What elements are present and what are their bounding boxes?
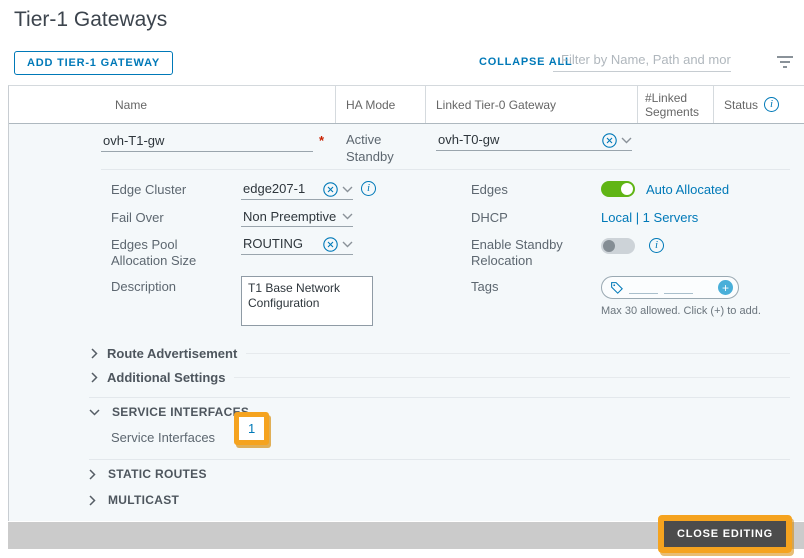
dhcp-label: DHCP (471, 210, 508, 225)
chevron-right-icon (89, 494, 96, 506)
column-header-name: Name (9, 86, 336, 123)
service-interfaces-label: Service Interfaces (111, 430, 216, 445)
description-label: Description (111, 279, 177, 294)
tag-value-input[interactable] (664, 281, 693, 294)
column-header-ha-mode: HA Mode (336, 86, 426, 123)
edges-pool-input[interactable] (241, 235, 319, 253)
fail-over-label: Fail Over (111, 210, 164, 225)
description-textarea[interactable]: T1 Base Network Configuration (241, 276, 373, 326)
section-divider (89, 397, 790, 398)
chevron-right-icon (91, 348, 98, 359)
tag-scope-input[interactable] (629, 281, 658, 294)
add-tier1-gateway-button[interactable]: ADD TIER-1 GATEWAY (14, 51, 173, 75)
tag-icon (611, 282, 623, 294)
divider (246, 353, 790, 354)
service-interfaces-expander[interactable]: SERVICE INTERFACES (89, 405, 249, 419)
clear-selection-icon[interactable] (323, 236, 338, 252)
chevron-down-icon[interactable] (342, 241, 353, 248)
edges-toggle[interactable] (601, 181, 635, 197)
add-tag-button[interactable]: + (718, 280, 733, 295)
edges-pool-combobox (241, 234, 353, 255)
tier1-gateways-page: Tier-1 Gateways ADD TIER-1 GATEWAY COLLA… (0, 0, 804, 558)
chevron-down-icon[interactable] (621, 137, 632, 144)
toggle-knob (603, 240, 615, 252)
required-marker: * (319, 133, 325, 148)
edge-cluster-combobox (241, 179, 353, 200)
close-editing-button[interactable]: CLOSE EDITING (664, 521, 786, 547)
fail-over-select[interactable]: Non Preemptive (241, 206, 353, 227)
edge-cluster-input[interactable] (241, 180, 319, 198)
column-header-status: Status i (714, 86, 804, 123)
tags-label: Tags (471, 279, 499, 294)
chevron-down-icon[interactable] (342, 186, 353, 193)
table-header-row: Name HA Mode Linked Tier-0 Gateway #Link… (9, 86, 804, 124)
edge-cluster-label: Edge Cluster (111, 182, 187, 197)
page-title: Tier-1 Gateways (14, 8, 168, 31)
tags-hint: Max 30 allowed. Click (+) to add. (601, 305, 761, 317)
clear-selection-icon[interactable] (602, 132, 617, 148)
highlight-box-service-interfaces-count: 1 (234, 412, 270, 445)
linked-tier0-combobox (436, 130, 632, 151)
route-advertisement-expander[interactable]: Route Advertisement (91, 346, 790, 361)
dhcp-servers-link[interactable]: Local | 1 Servers (601, 210, 698, 225)
edges-auto-allocated-link[interactable]: Auto Allocated (646, 182, 729, 197)
chevron-right-icon (91, 372, 98, 383)
static-routes-expander[interactable]: STATIC ROUTES (89, 467, 207, 481)
filter-icon[interactable] (775, 55, 795, 69)
highlight-box-close-editing: CLOSE EDITING (658, 515, 792, 553)
edge-cluster-info-icon[interactable]: i (361, 181, 376, 196)
ha-mode-value: Active Standby (346, 132, 394, 164)
gateway-name-field (101, 131, 313, 152)
gateways-table: Name HA Mode Linked Tier-0 Gateway #Link… (8, 85, 804, 521)
linked-tier0-input[interactable] (436, 131, 598, 149)
gateway-name-input[interactable] (101, 132, 313, 150)
standby-relocation-info-icon[interactable]: i (649, 238, 664, 253)
standby-relocation-toggle[interactable] (601, 238, 635, 254)
divider (234, 377, 790, 378)
edges-label: Edges (471, 182, 508, 197)
chevron-down-icon (342, 213, 353, 219)
column-header-linked-tier0: Linked Tier-0 Gateway (426, 86, 638, 123)
chevron-right-icon (89, 468, 96, 480)
edges-pool-label: Edges Pool Allocation Size (111, 237, 197, 268)
status-info-icon[interactable]: i (764, 97, 780, 112)
tags-input-pill: + (601, 276, 739, 299)
clear-selection-icon[interactable] (323, 181, 338, 197)
chevron-down-icon (89, 408, 100, 416)
filter-input[interactable] (553, 50, 731, 71)
section-divider (89, 459, 790, 460)
multicast-expander[interactable]: MULTICAST (89, 493, 179, 507)
row-divider (101, 169, 790, 170)
service-interfaces-count-link[interactable]: 1 (239, 417, 264, 440)
additional-settings-expander[interactable]: Additional Settings (91, 370, 790, 385)
toggle-knob (621, 183, 633, 195)
column-header-linked-segments: #Linked Segments (638, 86, 714, 123)
standby-relocation-label: Enable Standby Relocation (471, 237, 563, 268)
filter-field (553, 50, 731, 72)
gateway-edit-row: * Active Standby Edge Cluster i Fail Ove… (9, 124, 804, 521)
